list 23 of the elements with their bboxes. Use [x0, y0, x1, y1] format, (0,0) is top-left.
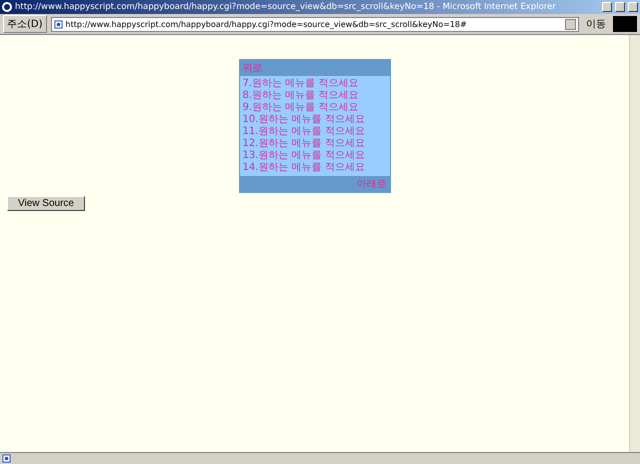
close-button[interactable] [628, 2, 638, 12]
window-title: http://www.happyscript.com/happyboard/happy.cgi?mode=source_view&db=src_scroll&keyNo=18 - Microsoft Internet Explorer [15, 2, 557, 12]
vertical-scrollbar[interactable] [629, 35, 640, 452]
dropdown-button[interactable] [565, 18, 576, 30]
address-label: 주소(D) [3, 15, 47, 33]
maximize-button[interactable] [615, 2, 625, 12]
minimize-button[interactable] [602, 2, 612, 12]
menu-item[interactable]: 12.원하는 메뉴를 적으세요 [242, 138, 386, 150]
menu-item[interactable]: 10.원하는 메뉴를 적으세요 [242, 114, 386, 126]
menu-item[interactable]: 14.원하는 메뉴를 적으세요 [242, 162, 386, 174]
page-icon [54, 20, 63, 28]
menu-item[interactable]: 13.원하는 메뉴를 적으세요 [242, 150, 386, 162]
menu-item[interactable]: 9.원하는 메뉴를 적으세요 [242, 102, 386, 114]
view-source-button[interactable]: View Source [7, 196, 85, 211]
browser-logo [613, 16, 637, 32]
page-icon [2, 454, 11, 463]
up-link[interactable]: 위로 [240, 60, 390, 76]
browser-icon [2, 2, 12, 12]
menu-item[interactable]: 11.원하는 메뉴를 적으세요 [242, 126, 386, 138]
address-field[interactable]: http://www.happyscript.com/happyboard/happy.cgi?mode=source_view&db=src_scroll&keyNo=18# [50, 16, 579, 32]
menu-item[interactable]: 8.원하는 메뉴를 적으세요 [242, 90, 386, 102]
menu-item[interactable]: 7.원하는 메뉴를 적으세요 [242, 78, 386, 90]
down-link[interactable]: 아래로 [240, 176, 390, 192]
